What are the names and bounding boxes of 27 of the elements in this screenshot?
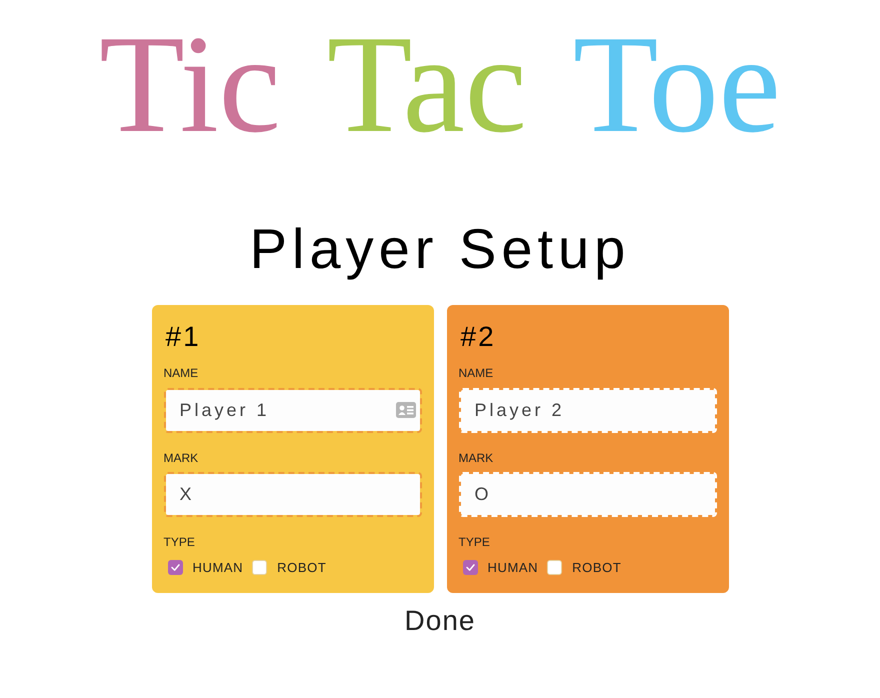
name-field[interactable]: Player 1 [164, 388, 422, 433]
checkbox-label[interactable]: ROBOT [572, 561, 622, 574]
contact-card-icon[interactable] [396, 402, 416, 418]
mark-field[interactable]: X [164, 472, 422, 517]
mark-field[interactable]: O [458, 472, 716, 517]
done-button[interactable]: Done [400, 607, 480, 635]
checkbox[interactable] [168, 560, 182, 575]
field-label: NAME [164, 367, 200, 379]
check-icon [170, 564, 180, 571]
checkbox[interactable] [462, 560, 478, 575]
field-label: MARK [164, 452, 200, 464]
field-label: TYPE [164, 536, 196, 548]
checkbox-label[interactable]: ROBOT [277, 561, 326, 574]
checkbox[interactable] [252, 560, 268, 575]
check-icon [466, 564, 474, 571]
checkbox-label[interactable]: HUMAN [488, 561, 538, 574]
name-field[interactable]: Player 2 [458, 388, 716, 433]
player-number: #2 [460, 323, 497, 351]
field-label: NAME [458, 367, 494, 379]
title-word: Toe [572, 15, 781, 155]
field-label: TYPE [458, 536, 491, 548]
title-word: Tic [99, 15, 281, 155]
field-label: MARK [458, 452, 494, 464]
checkbox-label[interactable]: HUMAN [192, 561, 244, 574]
checkbox[interactable] [547, 560, 562, 575]
title-word: Tac [326, 15, 527, 155]
player-number: #1 [164, 323, 202, 351]
